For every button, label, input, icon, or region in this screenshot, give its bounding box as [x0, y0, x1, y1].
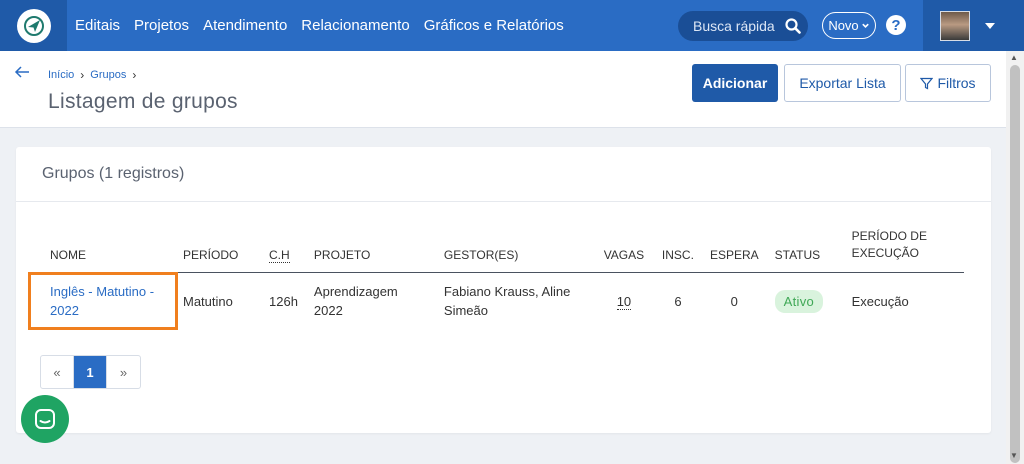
divider [16, 201, 991, 202]
nav-editais[interactable]: Editais [75, 17, 120, 34]
card-title: Grupos (1 registros) [42, 165, 185, 182]
pagination-prev[interactable]: « [41, 356, 74, 388]
row-highlight-box [28, 272, 178, 330]
caret-down-icon[interactable] [984, 22, 996, 30]
chevron-down-icon [861, 23, 869, 28]
user-menu[interactable] [923, 0, 1024, 51]
table-header-row: NOME PERÍODO C.H PROJETO GESTOR(ES) VAGA… [42, 227, 964, 273]
nav-relacionamento[interactable]: Relacionamento [301, 17, 409, 34]
breadcrumb: Início › Grupos › [48, 68, 136, 82]
cell-execucao: Execução [851, 293, 909, 309]
page-header: Início › Grupos › Listagem de grupos Adi… [0, 51, 1006, 128]
scrollbar[interactable]: ▲ ▼ [1006, 51, 1024, 464]
col-periodo-execucao[interactable]: PERÍODO DE EXECUÇÃO [843, 227, 964, 273]
table-row: Inglês - Matutino - 2022 Matutino 126h A… [42, 272, 964, 330]
col-projeto[interactable]: PROJETO [305, 227, 436, 273]
cell-insc: 6 [674, 293, 682, 309]
cell-projeto: Aprendizagem 2022 [313, 284, 398, 319]
scroll-up-icon[interactable]: ▲ [1010, 53, 1018, 62]
chat-launcher[interactable] [21, 395, 69, 443]
cell-status: Ativo [767, 272, 844, 330]
logo-area[interactable] [0, 0, 67, 51]
breadcrumb-grupos[interactable]: Grupos [90, 69, 126, 81]
filter-icon [920, 77, 934, 89]
scroll-down-icon[interactable]: ▼ [1010, 451, 1018, 460]
pagination-page-1[interactable]: 1 [74, 356, 107, 388]
add-button[interactable]: Adicionar [692, 64, 778, 102]
col-vagas[interactable]: VAGAS [593, 227, 654, 273]
chat-icon [35, 409, 55, 429]
col-status[interactable]: STATUS [766, 227, 844, 273]
status-badge: Ativo [774, 289, 824, 313]
breadcrumb-separator: › [80, 68, 85, 82]
cell-espera: 0 [730, 293, 738, 309]
col-nome[interactable]: NOME [42, 227, 175, 273]
nav-projetos[interactable]: Projetos [134, 17, 189, 34]
export-list-button[interactable]: Exportar Lista [784, 64, 901, 102]
groups-table: NOME PERÍODO C.H PROJETO GESTOR(ES) VAGA… [42, 227, 964, 330]
cell-gestor: Fabiano Krauss, Aline Simeão [443, 284, 571, 319]
breadcrumb-inicio[interactable]: Início [48, 69, 74, 81]
new-dropdown-button[interactable]: Novo [822, 12, 876, 39]
page-title: Listagem de grupos [48, 90, 238, 113]
cell-ch: 126h [269, 293, 298, 309]
new-label: Novo [828, 18, 859, 33]
col-ch-label: C.H [269, 247, 290, 263]
quick-search[interactable]: Busca rápida [678, 11, 808, 41]
col-ch[interactable]: C.H [261, 227, 306, 273]
col-periodo[interactable]: PERÍODO [175, 227, 261, 273]
filters-label: Filtros [937, 75, 976, 91]
breadcrumb-separator: › [132, 68, 137, 82]
pagination: « 1 » [40, 355, 141, 389]
col-espera[interactable]: ESPERA [701, 227, 767, 273]
filters-button[interactable]: Filtros [905, 64, 991, 102]
search-input[interactable]: Busca rápida [693, 18, 778, 34]
vagas-value[interactable]: 10 [616, 293, 632, 310]
search-icon[interactable] [778, 11, 808, 41]
cell-vagas: 10 [594, 272, 654, 330]
col-insc[interactable]: INSC. [653, 227, 702, 273]
nav-atendimento[interactable]: Atendimento [203, 17, 287, 34]
scroll-thumb[interactable] [1010, 65, 1020, 463]
avatar[interactable] [940, 10, 970, 41]
app-logo-icon [16, 8, 51, 43]
pagination-next[interactable]: » [107, 356, 140, 388]
help-icon[interactable]: ? [886, 15, 906, 35]
col-gestor[interactable]: GESTOR(ES) [435, 227, 594, 273]
back-arrow-icon[interactable] [13, 63, 31, 81]
cell-periodo: Matutino [183, 293, 233, 309]
nav-graficos-relatorios[interactable]: Gráficos e Relatórios [424, 17, 564, 34]
main-nav: Editais Projetos Atendimento Relacioname… [75, 0, 564, 51]
top-navbar: Editais Projetos Atendimento Relacioname… [0, 0, 1024, 51]
